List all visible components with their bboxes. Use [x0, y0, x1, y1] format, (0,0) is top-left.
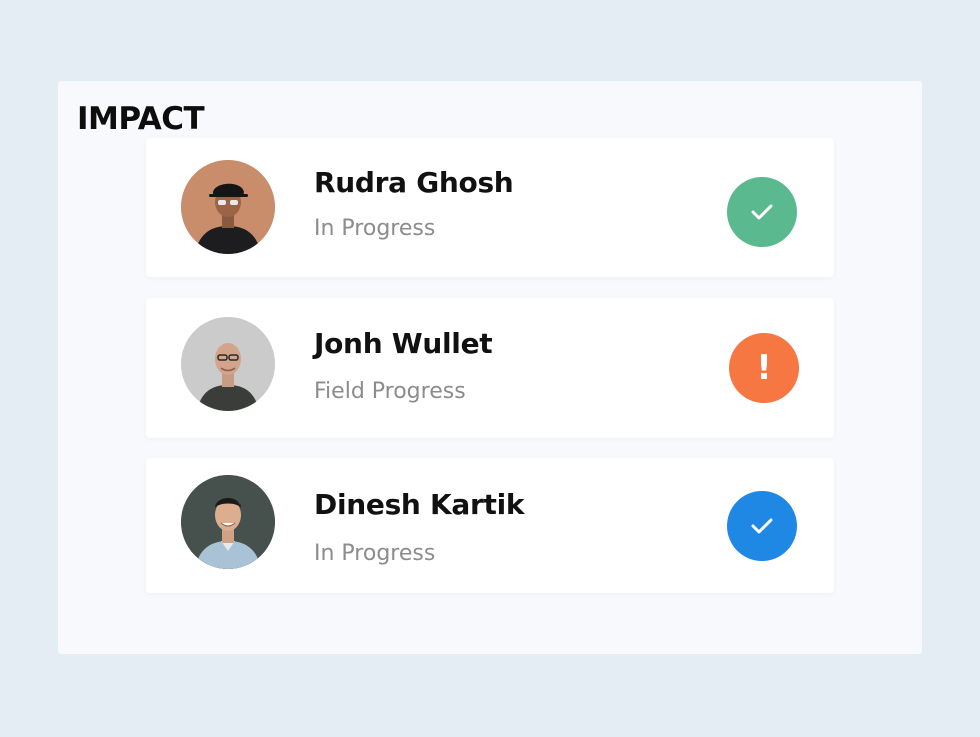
- status-badge[interactable]: [727, 177, 797, 247]
- person-card[interactable]: Rudra Ghosh In Progress: [146, 138, 834, 277]
- person-name: Rudra Ghosh: [314, 166, 514, 199]
- exclamation-icon: !: [756, 348, 772, 388]
- person-name: Dinesh Kartik: [314, 488, 525, 521]
- avatar: [181, 160, 275, 254]
- check-icon: [751, 518, 773, 534]
- person-status: Field Progress: [314, 379, 466, 404]
- person-name: Jonh Wullet: [314, 327, 493, 360]
- person-card[interactable]: Jonh Wullet Field Progress !: [146, 298, 834, 438]
- person-status: In Progress: [314, 216, 436, 241]
- person-status: In Progress: [314, 541, 436, 566]
- status-badge[interactable]: !: [729, 333, 799, 403]
- status-badge[interactable]: [727, 491, 797, 561]
- check-icon: [751, 204, 773, 220]
- section-heading: IMPACT: [77, 101, 205, 137]
- impact-panel: IMPACT Rudra Ghosh In Progress Jonh Wull…: [58, 81, 922, 654]
- avatar: [181, 317, 275, 411]
- avatar: [181, 475, 275, 569]
- person-card[interactable]: Dinesh Kartik In Progress: [146, 458, 834, 593]
